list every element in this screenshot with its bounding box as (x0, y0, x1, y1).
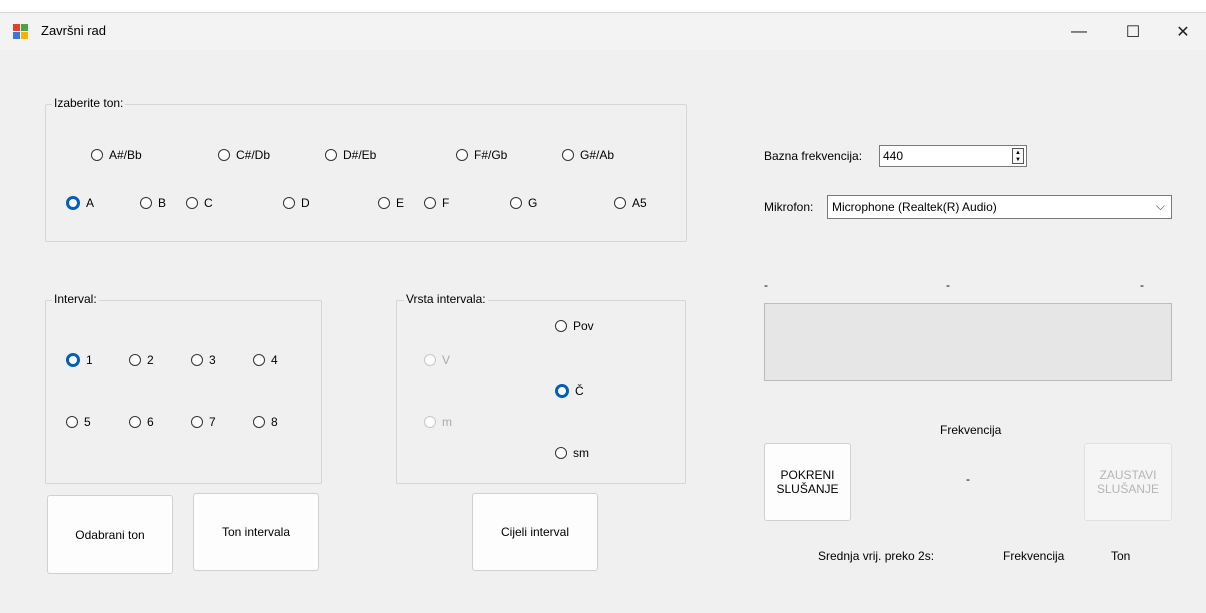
radio-type-c[interactable]: Č (555, 384, 584, 398)
radio-type-pov[interactable]: Pov (555, 319, 594, 333)
cijeli-interval-button[interactable]: Cijeli interval (472, 493, 598, 571)
average-frequency: Frekvencija (1003, 549, 1065, 563)
radio-tone-fsharp[interactable]: F#/Gb (456, 148, 507, 162)
detected-value: - (966, 472, 970, 486)
radio-interval-1[interactable]: 1 (66, 353, 93, 367)
frekvencija-label: Frekvencija (940, 423, 1002, 437)
radio-tone-g[interactable]: G (510, 196, 537, 210)
mikrofon-select[interactable]: Microphone (Realtek(R) Audio) ⌵ (827, 195, 1172, 219)
radio-tone-a[interactable]: A (66, 196, 94, 210)
tone-groupbox (45, 104, 687, 242)
radio-tone-gsharp[interactable]: G#/Ab (562, 148, 614, 162)
interval-type-groupbox (396, 300, 686, 484)
radio-type-v[interactable]: V (424, 353, 450, 367)
radio-interval-4[interactable]: 4 (253, 353, 278, 367)
radio-interval-5[interactable]: 5 (66, 415, 91, 429)
radio-interval-6[interactable]: 6 (129, 415, 154, 429)
indicator-mid: - (946, 278, 950, 292)
radio-tone-asharp[interactable]: A#/Bb (91, 148, 142, 162)
chevron-down-icon: ⌵ (1155, 199, 1165, 213)
zaustavi-slusanje-button[interactable]: ZAUSTAVI SLUŠANJE (1084, 443, 1172, 521)
spin-updown-icon[interactable]: ▲ ▼ (1012, 148, 1024, 164)
odabrani-ton-button[interactable]: Odabrani ton (47, 495, 173, 574)
window-title: Završni rad (41, 23, 107, 38)
radio-interval-7[interactable]: 7 (191, 415, 216, 429)
close-button[interactable]: ✕ (1160, 13, 1206, 51)
app-icon (13, 24, 28, 39)
bazna-frekvencija-input[interactable]: 440 ▲ ▼ (879, 145, 1027, 167)
srednja-label: Srednja vrij. preko 2s: (818, 549, 935, 563)
radio-interval-8[interactable]: 8 (253, 415, 278, 429)
average-tone: Ton (1111, 549, 1131, 563)
bazna-frekvencija-label: Bazna frekvencija: (764, 149, 863, 163)
radio-type-m[interactable]: m (424, 415, 452, 429)
radio-interval-2[interactable]: 2 (129, 353, 154, 367)
indicator-right: - (1140, 278, 1144, 292)
radio-tone-d[interactable]: D (283, 196, 310, 210)
pokreni-slusanje-button[interactable]: POKRENI SLUŠANJE (764, 443, 851, 521)
radio-tone-a5[interactable]: A5 (614, 196, 647, 210)
indicator-left: - (764, 278, 768, 292)
maximize-button[interactable]: ☐ (1110, 13, 1156, 51)
tone-group-label: Izaberite ton: (52, 96, 126, 110)
radio-tone-f[interactable]: F (424, 196, 449, 210)
pitch-progress-bar (764, 303, 1172, 381)
interval-type-group-label: Vrsta intervala: (404, 292, 488, 306)
radio-tone-c[interactable]: C (186, 196, 213, 210)
radio-interval-3[interactable]: 3 (191, 353, 216, 367)
radio-tone-dsharp[interactable]: D#/Eb (325, 148, 376, 162)
radio-tone-b[interactable]: B (140, 196, 166, 210)
ton-intervala-button[interactable]: Ton intervala (193, 493, 319, 571)
mikrofon-label: Mikrofon: (764, 200, 814, 214)
radio-tone-e[interactable]: E (378, 196, 404, 210)
title-bar: Završni rad — ☐ ✕ (0, 13, 1206, 51)
minimize-button[interactable]: — (1056, 13, 1102, 51)
radio-tone-csharp[interactable]: C#/Db (218, 148, 270, 162)
interval-groupbox (45, 300, 322, 484)
interval-group-label: Interval: (52, 292, 99, 306)
radio-type-sm[interactable]: sm (555, 446, 589, 460)
